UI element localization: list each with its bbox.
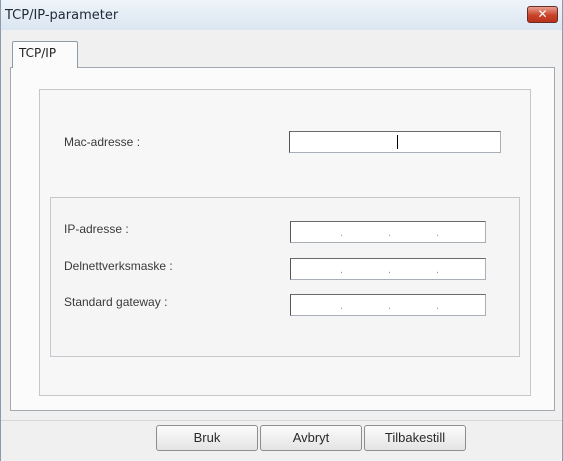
ip-dot-1: . [340,227,344,239]
title-bar[interactable]: TCP/IP-parameter ✕ [1,0,562,30]
default-gateway-label: Standard gateway : [64,295,168,309]
subnet-dot-2: . [388,264,392,276]
gateway-dot-2: . [388,300,392,312]
mac-address-label: Mac-adresse : [64,135,141,149]
subnet-mask-input[interactable]: . . . [290,258,486,280]
button-bar-separator [1,420,562,421]
dialog-client-area: TCP/IP Mac-adresse : IP-adresse : . . . … [1,30,562,461]
dialog-window: TCP/IP-parameter ✕ TCP/IP Mac-adresse : … [0,0,563,461]
subnet-dot-3: . [436,264,440,276]
tab-tcp-ip[interactable]: TCP/IP [12,41,78,68]
tab-label: TCP/IP [19,46,57,60]
ip-dot-2: . [388,227,392,239]
ip-address-label: IP-adresse : [64,222,129,236]
close-button[interactable]: ✕ [527,6,558,23]
gateway-dot-3: . [436,300,440,312]
default-gateway-input[interactable]: . . . [290,294,486,316]
settings-group: Mac-adresse : IP-adresse : . . . Delnett… [39,89,531,396]
reset-button[interactable]: Tilbakestill [364,425,466,451]
ip-address-input[interactable]: . . . [290,221,486,243]
window-title: TCP/IP-parameter [5,8,119,23]
mac-address-input[interactable] [289,131,501,153]
text-caret [397,135,398,149]
close-icon: ✕ [537,7,548,21]
tab-page-tcp-ip: Mac-adresse : IP-adresse : . . . Delnett… [10,67,555,411]
ip-settings-group: IP-adresse : . . . Delnettverksmaske : .… [50,197,520,357]
subnet-dot-1: . [340,264,344,276]
apply-button[interactable]: Bruk [156,425,258,451]
cancel-button[interactable]: Avbryt [260,425,362,451]
ip-dot-3: . [436,227,440,239]
subnet-mask-label: Delnettverksmaske : [64,259,173,273]
gateway-dot-1: . [340,300,344,312]
